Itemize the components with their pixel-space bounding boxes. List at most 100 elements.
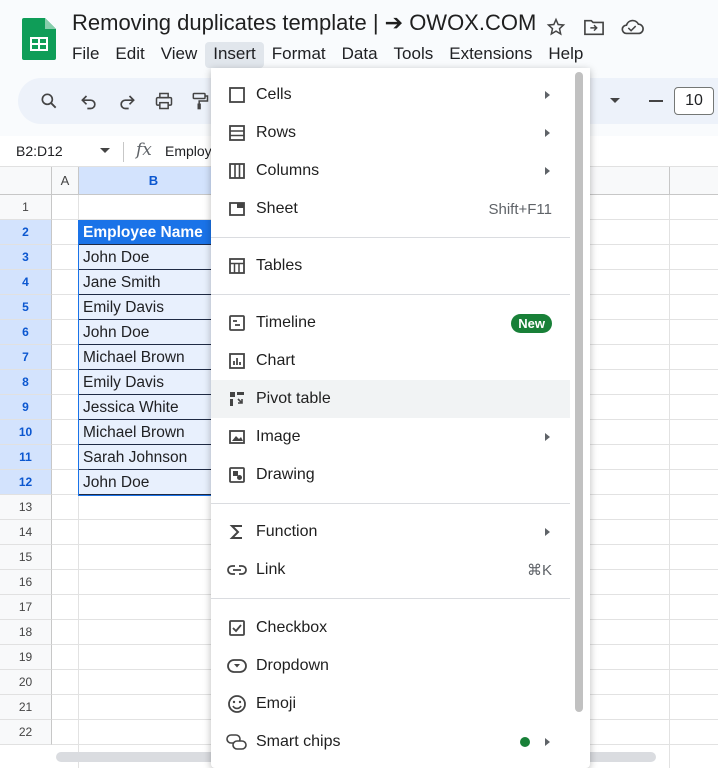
row-header[interactable]: 21 <box>0 695 52 720</box>
row-header[interactable]: 11 <box>0 445 52 470</box>
shortcut-label: ⌘K <box>526 562 552 579</box>
menu-item-dropdown[interactable]: Dropdown <box>211 647 570 685</box>
dropdown-icon <box>225 654 249 678</box>
menu-insert[interactable]: Insert <box>205 42 264 68</box>
font-size-dropdown-icon[interactable] <box>604 90 626 112</box>
row-header[interactable]: 22 <box>0 720 52 745</box>
row-header[interactable]: 16 <box>0 570 52 595</box>
menu-item-function[interactable]: Function <box>211 513 570 551</box>
row-header[interactable]: 9 <box>0 395 52 420</box>
menu-item-emoji[interactable]: Emoji <box>211 685 570 723</box>
menu-item-link[interactable]: Link ⌘K <box>211 551 570 589</box>
menu-item-label: Function <box>256 523 318 540</box>
menu-item-rows[interactable]: Rows <box>211 114 570 152</box>
sheets-logo[interactable] <box>22 18 56 60</box>
select-all-corner[interactable] <box>0 167 52 195</box>
cells-icon <box>225 83 249 107</box>
fx-icon: fx <box>136 140 152 160</box>
menu-item-smart-chips[interactable]: Smart chips <box>211 723 570 761</box>
row-header[interactable]: 10 <box>0 420 52 445</box>
submenu-arrow-icon <box>545 433 550 441</box>
menu-item-label: Drawing <box>256 466 315 483</box>
menu-item-columns[interactable]: Columns <box>211 152 570 190</box>
row-header[interactable]: 14 <box>0 520 52 545</box>
row-header[interactable]: 3 <box>0 245 52 270</box>
decrease-font-icon[interactable] <box>645 90 667 112</box>
menu-item-chart[interactable]: Chart <box>211 342 570 380</box>
menu-format[interactable]: Format <box>264 42 334 68</box>
star-icon[interactable] <box>544 15 568 39</box>
pivot-table-icon <box>225 387 249 411</box>
sheet-icon <box>225 197 249 221</box>
name-box[interactable]: B2:D12 <box>16 143 63 159</box>
menu-item-tables[interactable]: Tables <box>211 247 570 285</box>
row-header[interactable]: 19 <box>0 645 52 670</box>
drawing-icon <box>225 463 249 487</box>
row-header[interactable]: 12 <box>0 470 52 495</box>
menu-item-label: Link <box>256 561 286 578</box>
column-header-a[interactable]: A <box>52 167 79 195</box>
smart-chips-icon <box>225 730 249 754</box>
row-header[interactable]: 8 <box>0 370 52 395</box>
menu-item-sheet[interactable]: Sheet Shift+F11 <box>211 190 570 228</box>
menu-item-cells[interactable]: Cells <box>211 76 570 114</box>
row-header[interactable]: 2 <box>0 220 52 245</box>
submenu-arrow-icon <box>545 738 550 746</box>
menu-item-drawing[interactable]: Drawing <box>211 456 570 494</box>
menu-item-pivot-table[interactable]: Pivot table <box>211 380 570 418</box>
column-header-b[interactable]: B <box>79 167 229 195</box>
menu-view[interactable]: View <box>153 42 206 68</box>
undo-icon[interactable] <box>78 90 100 112</box>
menu-item-label: Sheet <box>256 200 298 217</box>
row-header[interactable]: 1 <box>0 195 52 220</box>
row-header[interactable]: 15 <box>0 545 52 570</box>
row-header[interactable]: 6 <box>0 320 52 345</box>
row-header[interactable]: 13 <box>0 495 52 520</box>
menu-item-label: Checkbox <box>256 619 328 636</box>
menu-item-label: Rows <box>256 124 297 141</box>
selection-range <box>78 220 228 496</box>
emoji-icon <box>225 692 249 716</box>
menu-item-label: Cells <box>256 86 292 103</box>
cloud-saved-icon[interactable] <box>620 15 644 39</box>
redo-icon[interactable] <box>116 90 138 112</box>
rows-icon <box>225 121 249 145</box>
name-box-dropdown-icon[interactable] <box>100 148 110 154</box>
row-header[interactable]: 20 <box>0 670 52 695</box>
document-title[interactable]: Removing duplicates template | ➔ OWOX.CO… <box>72 10 536 36</box>
menu-data[interactable]: Data <box>334 42 386 68</box>
new-indicator-dot <box>520 737 530 747</box>
menu-tools[interactable]: Tools <box>386 42 442 68</box>
column-header[interactable] <box>670 167 718 195</box>
timeline-icon <box>225 311 249 335</box>
menu-help[interactable]: Help <box>540 42 591 68</box>
paint-format-icon[interactable] <box>189 90 211 112</box>
menu-bar: File Edit View Insert Format Data Tools … <box>64 42 591 68</box>
row-header[interactable]: 7 <box>0 345 52 370</box>
menu-scrollbar[interactable] <box>575 72 583 712</box>
new-badge: New <box>511 313 552 333</box>
menu-file[interactable]: File <box>64 42 107 68</box>
menu-edit[interactable]: Edit <box>107 42 152 68</box>
row-header[interactable]: 18 <box>0 620 52 645</box>
menu-item-image[interactable]: Image <box>211 418 570 456</box>
font-size-input[interactable]: 10 <box>674 87 714 115</box>
move-folder-icon[interactable] <box>582 15 606 39</box>
search-icon[interactable] <box>38 90 60 112</box>
menu-item-label: Emoji <box>256 695 297 712</box>
function-icon <box>225 520 249 544</box>
row-header[interactable]: 4 <box>0 270 52 295</box>
image-icon <box>225 425 249 449</box>
row-header[interactable]: 17 <box>0 595 52 620</box>
row-header[interactable]: 5 <box>0 295 52 320</box>
columns-icon <box>225 159 249 183</box>
menu-item-checkbox[interactable]: Checkbox <box>211 609 570 647</box>
formula-input[interactable]: Employ <box>165 143 212 159</box>
menu-item-timeline[interactable]: Timeline New <box>211 304 570 342</box>
print-icon[interactable] <box>153 90 175 112</box>
column-header[interactable] <box>590 167 670 195</box>
submenu-arrow-icon <box>545 91 550 99</box>
menu-item-label: Smart chips <box>256 733 341 750</box>
menu-item-label: Chart <box>256 352 296 369</box>
menu-extensions[interactable]: Extensions <box>441 42 540 68</box>
